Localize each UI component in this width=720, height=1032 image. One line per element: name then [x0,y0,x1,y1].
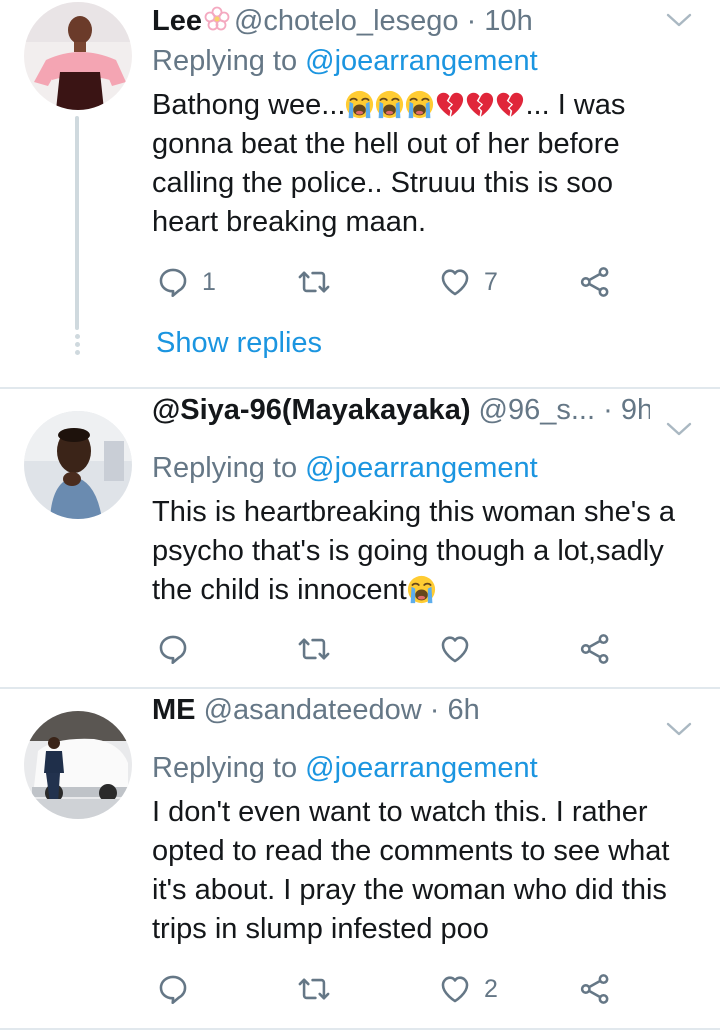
tweet-item[interactable]: ME @asandateedow · 6h Replying to @joear… [0,689,720,1032]
replying-to: Replying to @joearrangement [152,451,538,485]
tweet-header: ME @asandateedow · 6h [152,693,650,727]
action-bar [152,629,632,669]
mention-link[interactable]: @joearrangement [305,45,538,77]
username[interactable]: @asandateedow [204,694,422,726]
like-count: 2 [484,974,498,1003]
share-button[interactable] [578,629,612,669]
reply-count: 1 [202,267,216,296]
broken-heart-emoji-icon [435,90,464,119]
tweet-feed: Lee @chotelo_lesego · 10h Replying to @jo… [0,0,720,1032]
display-name[interactable]: ME [152,694,196,726]
broken-heart-emoji-icon [495,90,524,119]
text-line: calling the police.. Struuu this is soo [152,167,614,199]
share-button[interactable] [578,969,612,1009]
text-line: heart breaking maan. [152,206,427,238]
chevron-down-icon[interactable] [664,10,694,30]
tweet-text: I don't even want to watch this. I rathe… [152,793,712,949]
avatar[interactable] [24,411,132,519]
retweet-icon [297,265,331,299]
broken-heart-emoji-icon [465,90,494,119]
tweet-text: Bathong wee... ... I was gonna beat the h… [152,86,712,242]
crying-emoji-icon [405,90,434,119]
share-button[interactable] [578,262,612,302]
crying-emoji-icon [407,575,436,604]
crying-emoji-icon [375,90,404,119]
timestamp[interactable]: · 6h [430,694,480,726]
like-button[interactable]: 2 [438,969,498,1009]
thread-dots [73,334,81,358]
chevron-down-icon[interactable] [664,419,694,439]
action-bar: 2 [152,969,632,1009]
like-button[interactable] [438,629,472,669]
tweet-item[interactable]: Lee @chotelo_lesego · 10h Replying to @jo… [0,0,720,388]
replying-prefix: Replying to [152,45,298,77]
like-button[interactable]: 7 [438,262,498,302]
timestamp[interactable]: · 10h [467,5,533,37]
divider [0,1028,720,1030]
reply-button[interactable]: 1 [156,262,216,302]
share-icon [578,972,612,1006]
avatar[interactable] [24,2,132,110]
text-fragment: ... I was [525,89,626,121]
share-icon [578,632,612,666]
mention-link[interactable]: @joearrangement [305,452,538,484]
action-bar: 1 7 [152,262,632,302]
text-line: psycho that's is going though a lot,sadl… [152,535,664,567]
timestamp[interactable]: · 9h [603,394,650,426]
replying-to: Replying to @joearrangement [152,751,538,785]
tweet-text: This is heartbreaking this woman she's a… [152,493,712,610]
share-icon [578,265,612,299]
text-fragment: the child is innocent [152,574,407,606]
display-name[interactable]: Lee [152,5,202,37]
text-line: it's about. I pray the woman who did thi… [152,874,667,906]
tweet-header: @Siya-96(Mayakayaka) @96_s... · 9h [152,393,650,427]
text-line: This is heartbreaking this woman she's a [152,496,675,528]
retweet-button[interactable] [297,969,331,1009]
retweet-button[interactable] [297,262,331,302]
retweet-icon [297,632,331,666]
reply-button[interactable] [156,629,190,669]
retweet-icon [297,972,331,1006]
avatar[interactable] [24,711,132,819]
mention-link[interactable]: @joearrangement [305,752,538,784]
show-replies-link[interactable]: Show replies [156,326,322,360]
display-name[interactable]: @Siya-96(Mayakayaka) [152,394,470,426]
text-line: gonna beat the hell out of her before [152,128,620,160]
text-fragment: Bathong wee... [152,89,346,121]
crying-emoji-icon [345,90,374,119]
text-line: I don't even want to watch this. I rathe… [152,796,648,828]
text-line: Bathong wee... ... I was [152,86,712,125]
heart-icon [438,265,472,299]
retweet-button[interactable] [297,629,331,669]
username[interactable]: @chotelo_lesego [234,5,459,37]
reply-icon [156,265,190,299]
tweet-item[interactable]: @Siya-96(Mayakayaka) @96_s... · 9h Reply… [0,389,720,687]
chevron-down-icon[interactable] [664,719,694,739]
reply-icon [156,632,190,666]
thread-line [75,116,79,330]
reply-icon [156,972,190,1006]
replying-prefix: Replying to [152,452,298,484]
tweet-header: Lee @chotelo_lesego · 10h [152,4,650,38]
username[interactable]: @96_s... [479,394,596,426]
flower-emoji-icon [204,6,230,31]
heart-icon [438,972,472,1006]
text-line: opted to read the comments to see what [152,835,670,867]
replying-to: Replying to @joearrangement [152,44,538,78]
heart-icon [438,632,472,666]
replying-prefix: Replying to [152,752,298,784]
text-line: the child is innocent [152,571,712,610]
reply-button[interactable] [156,969,190,1009]
text-line: trips in slump infested poo [152,913,489,945]
like-count: 7 [484,267,498,296]
